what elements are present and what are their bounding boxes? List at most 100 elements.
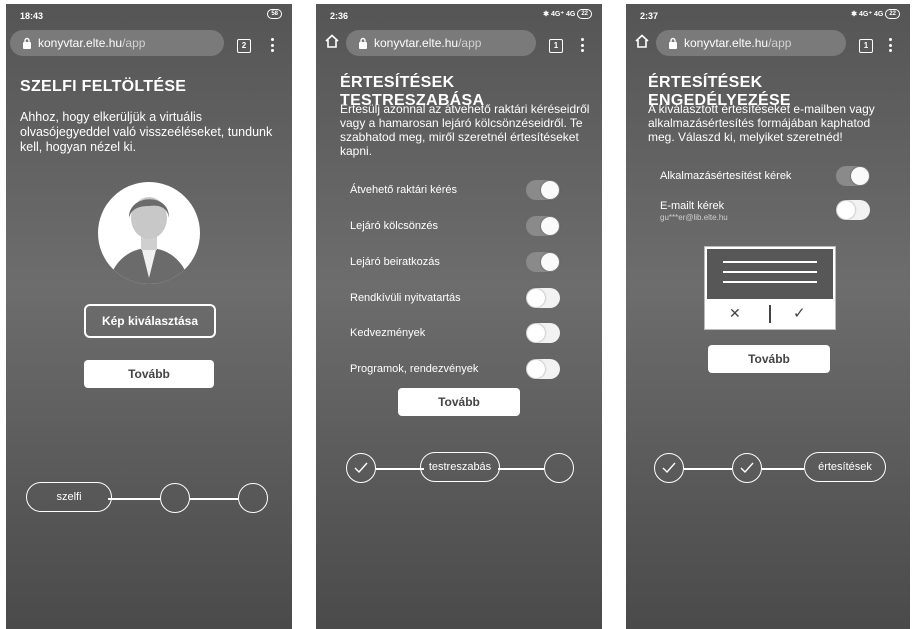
step-current: szelfi	[26, 482, 112, 512]
step-connector	[762, 468, 804, 470]
url-path: /app	[458, 36, 482, 50]
status-right: ✱ 4G⁺ 4G 22	[851, 9, 900, 19]
url-field[interactable]: konyvtar.elte.hu/app	[10, 30, 224, 56]
battery-icon: 58	[267, 9, 282, 19]
url-host: konyvtar.elte.hu	[684, 36, 769, 50]
avatar-icon	[98, 182, 200, 284]
toggle-switch[interactable]	[526, 359, 560, 379]
lock-icon	[23, 37, 31, 49]
toggle-label: Rendkívüli nyitvatartás	[350, 292, 461, 304]
toggle-label: Lejáró kölcsönzés	[350, 220, 439, 232]
tabs-icon[interactable]: 1	[859, 39, 873, 53]
divider	[769, 305, 771, 323]
url-field[interactable]: konyvtar.elte.hu/app	[656, 30, 846, 56]
step-connector	[684, 468, 732, 470]
signal-text: 4G⁺ 4G	[858, 11, 884, 18]
url-field[interactable]: konyvtar.elte.hu/app	[346, 30, 536, 56]
page-description: Ahhoz, hogy elkerüljük a virtuális olvas…	[20, 110, 273, 154]
toggle-label: Lejáró beiratkozás	[350, 256, 440, 268]
toggle-switch[interactable]	[836, 200, 870, 220]
progress-stepper: testreszabás	[316, 452, 602, 486]
lock-icon	[359, 37, 367, 49]
toggle-switch[interactable]	[836, 166, 870, 186]
home-icon[interactable]	[324, 33, 340, 49]
next-button[interactable]: Tovább	[708, 345, 830, 373]
toggle-row-discounts[interactable]: Kedvezmények	[350, 323, 560, 345]
progress-stepper: értesítések	[626, 452, 910, 486]
tabs-icon[interactable]: 1	[549, 39, 563, 53]
page-title: SZELFI FELTÖLTÉSE	[20, 78, 187, 95]
menu-icon[interactable]	[271, 38, 274, 54]
status-right: 58	[267, 9, 282, 19]
progress-stepper: szelfi	[6, 482, 292, 516]
check-icon	[662, 462, 676, 474]
email-address: gu***er@lib.elte.hu	[660, 213, 728, 222]
step-current: értesítések	[804, 452, 886, 482]
status-time: 2:36	[330, 11, 349, 21]
bluetooth-icon: ✱	[851, 11, 857, 18]
step-pending	[160, 483, 190, 513]
phone-screen-permissions: 2:37 ✱ 4G⁺ 4G 22 konyvtar.elte.hu/app 1 …	[626, 4, 910, 629]
signal-text: 4G⁺ 4G	[550, 11, 576, 18]
url-path: /app	[122, 36, 146, 50]
tabs-icon[interactable]: 2	[237, 39, 251, 53]
url-path: /app	[768, 36, 792, 50]
step-connector	[498, 468, 544, 470]
toggle-switch[interactable]	[526, 252, 560, 272]
toggle-label: Alkalmazásértesítést kérek	[660, 170, 792, 182]
menu-icon[interactable]	[889, 38, 892, 54]
step-done	[654, 453, 684, 483]
browser-bar: konyvtar.elte.hu/app 2	[6, 28, 292, 58]
browser-bar: konyvtar.elte.hu/app 1	[626, 28, 910, 58]
battery-icon: 22	[885, 9, 900, 19]
toggle-row-pickup-request[interactable]: Átvehető raktári kérés	[350, 180, 560, 202]
permission-dialog-illustration: ✕ ✓	[704, 246, 836, 330]
close-icon: ✕	[729, 305, 741, 321]
toggle-row-email[interactable]: E-mailt kérek gu***er@lib.elte.hu	[660, 200, 870, 222]
next-button[interactable]: Tovább	[398, 388, 520, 416]
url-host: konyvtar.elte.hu	[38, 36, 123, 50]
phone-screen-customize: 2:36 ✱ 4G⁺ 4G 22 konyvtar.elte.hu/app 1 …	[316, 4, 602, 629]
lock-icon	[669, 37, 677, 49]
status-bar: 18:43 58	[6, 4, 292, 26]
page-description: Értesülj azonnal az átvehető raktári kér…	[340, 102, 590, 158]
check-icon	[740, 462, 754, 474]
toggle-label: E-mailt kérek	[660, 200, 725, 212]
toggle-row-events[interactable]: Programok, rendezvények	[350, 359, 560, 381]
dialog-body	[707, 249, 833, 299]
status-bar: 2:37 ✱ 4G⁺ 4G 22	[626, 4, 910, 26]
phone-screen-selfie: 18:43 58 konyvtar.elte.hu/app 2 SZELFI F…	[6, 4, 292, 629]
status-time: 2:37	[640, 11, 659, 21]
toggle-row-special-hours[interactable]: Rendkívüli nyitvatartás	[350, 288, 560, 310]
toggle-label: Kedvezmények	[350, 327, 426, 339]
toggle-switch[interactable]	[526, 288, 560, 308]
toggle-label: Átvehető raktári kérés	[350, 184, 457, 196]
toggle-row-expiring-membership[interactable]: Lejáró beiratkozás	[350, 252, 560, 274]
url-host: konyvtar.elte.hu	[374, 36, 459, 50]
status-right: ✱ 4G⁺ 4G 22	[543, 9, 592, 19]
status-bar: 2:36 ✱ 4G⁺ 4G 22	[316, 4, 602, 26]
page-description: A kiválasztott értesítéseket e-mailben v…	[648, 102, 875, 144]
step-connector	[190, 498, 238, 500]
check-icon: ✓	[793, 305, 806, 322]
toggle-switch[interactable]	[526, 180, 560, 200]
bluetooth-icon: ✱	[543, 11, 549, 18]
check-icon	[354, 462, 368, 474]
status-time: 18:43	[20, 11, 44, 21]
home-icon[interactable]	[634, 33, 650, 49]
toggle-switch[interactable]	[526, 216, 560, 236]
step-done	[732, 453, 762, 483]
toggle-row-app-notification[interactable]: Alkalmazásértesítést kérek	[660, 166, 870, 188]
toggle-switch[interactable]	[526, 323, 560, 343]
select-image-button[interactable]: Kép kiválasztása	[84, 304, 216, 338]
step-pending	[238, 483, 268, 513]
step-connector	[108, 498, 160, 500]
step-done	[346, 453, 376, 483]
step-current: testreszabás	[420, 452, 500, 482]
toggle-row-expiring-loan[interactable]: Lejáró kölcsönzés	[350, 216, 560, 238]
next-button[interactable]: Tovább	[84, 360, 214, 388]
browser-bar: konyvtar.elte.hu/app 1	[316, 28, 602, 58]
step-connector	[376, 468, 424, 470]
menu-icon[interactable]	[581, 38, 584, 54]
step-pending	[544, 453, 574, 483]
